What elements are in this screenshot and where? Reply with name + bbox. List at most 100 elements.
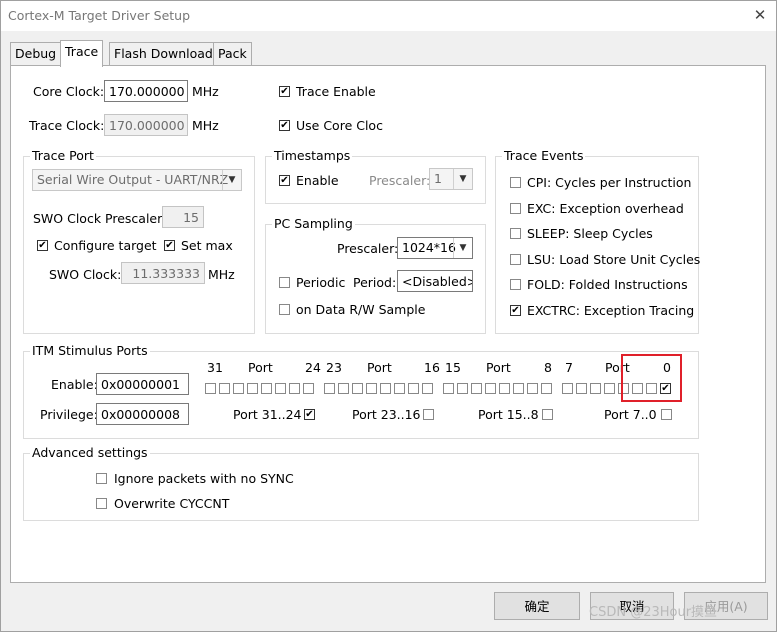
port-header-31: 31: [207, 360, 223, 375]
itm-enable-input[interactable]: 0x00000001: [96, 373, 189, 395]
port-header-7: 7: [565, 360, 573, 375]
watermark: CSDN @23Hour摸鱼: [589, 605, 718, 620]
itm-bit-12-checkbox[interactable]: [485, 383, 496, 394]
ignore-sync-label: Ignore packets with no SYNC: [114, 471, 294, 486]
itm-bit-22-checkbox[interactable]: [338, 383, 349, 394]
timestamps-enable-label: Enable: [296, 173, 339, 188]
tab-flash-download[interactable]: Flash Download: [109, 42, 218, 65]
data-rw-sample-checkbox[interactable]: [279, 304, 290, 315]
itm-enable-label: Enable:: [51, 377, 98, 392]
timestamps-prescaler-label: Prescaler:: [369, 173, 431, 188]
itm-bit-31-checkbox[interactable]: [205, 383, 216, 394]
port-group-15-8-checkbox[interactable]: [542, 409, 553, 420]
port-header-label: Port: [248, 360, 273, 375]
itm-bit-8-checkbox[interactable]: [541, 383, 552, 394]
close-icon[interactable]: ✕: [748, 3, 772, 27]
itm-bit-7-checkbox[interactable]: [562, 383, 573, 394]
itm-bit-4-checkbox[interactable]: [604, 383, 615, 394]
port-group-31-24-label: Port 31..24: [233, 407, 302, 422]
chevron-down-icon: ▼: [453, 238, 472, 258]
core-clock-label: Core Clock:: [33, 84, 105, 99]
tab-debug[interactable]: Debug: [10, 42, 62, 65]
core-clock-input[interactable]: 170.000000: [104, 80, 188, 102]
swo-clock-unit: MHz: [208, 267, 235, 282]
itm-bit-30-checkbox[interactable]: [219, 383, 230, 394]
overwrite-cyccnt-label: Overwrite CYCCNT: [114, 496, 230, 511]
cpi-checkbox[interactable]: [510, 177, 521, 188]
ok-button[interactable]: 确定: [494, 592, 580, 620]
itm-bit-11-checkbox[interactable]: [499, 383, 510, 394]
port-header-label: Port: [486, 360, 511, 375]
lsu-label: LSU: Load Store Unit Cycles: [527, 252, 701, 267]
periodic-checkbox[interactable]: [279, 277, 290, 288]
itm-bit-23-checkbox[interactable]: [324, 383, 335, 394]
swo-clock-label: SWO Clock:: [49, 267, 122, 282]
itm-bit-15-checkbox[interactable]: [443, 383, 454, 394]
sleep-checkbox[interactable]: [510, 228, 521, 239]
swo-prescaler-label: SWO Clock Prescaler:: [33, 211, 167, 226]
port-group-23-16-label: Port 23..16: [352, 407, 421, 422]
sleep-label: SLEEP: Sleep Cycles: [527, 226, 653, 241]
itm-bit-20-checkbox[interactable]: [366, 383, 377, 394]
itm-bit-26-checkbox[interactable]: [275, 383, 286, 394]
itm-bit-21-checkbox[interactable]: [352, 383, 363, 394]
itm-bit-17-checkbox[interactable]: [408, 383, 419, 394]
itm-bit-18-checkbox[interactable]: [394, 383, 405, 394]
configure-target-checkbox[interactable]: ✔: [37, 240, 48, 251]
swo-prescaler-input[interactable]: 15: [162, 206, 204, 228]
port-header-label: Port: [367, 360, 392, 375]
tab-trace[interactable]: Trace: [60, 40, 104, 67]
trace-port-title: Trace Port: [30, 148, 96, 163]
timestamps-prescaler-select[interactable]: 1 ▼: [429, 168, 473, 190]
timestamps-prescaler-value: 1: [434, 171, 442, 186]
ignore-sync-checkbox[interactable]: [96, 473, 107, 484]
itm-group: [23, 351, 699, 439]
pc-prescaler-select[interactable]: 1024*16 ▼: [397, 237, 473, 259]
itm-bit-19-checkbox[interactable]: [380, 383, 391, 394]
itm-bit-6-checkbox[interactable]: [576, 383, 587, 394]
itm-bit-14-checkbox[interactable]: [457, 383, 468, 394]
port-group-31-24-checkbox[interactable]: ✔: [304, 409, 315, 420]
itm-bit-24-checkbox[interactable]: [303, 383, 314, 394]
itm-bit-27-checkbox[interactable]: [261, 383, 272, 394]
pc-prescaler-label: Prescaler:: [337, 241, 399, 256]
itm-privilege-input[interactable]: 0x00000008: [96, 403, 189, 425]
itm-bit-9-checkbox[interactable]: [527, 383, 538, 394]
itm-bit-16-checkbox[interactable]: [422, 383, 433, 394]
port-header-15: 15: [445, 360, 461, 375]
exc-label: EXC: Exception overhead: [527, 201, 684, 216]
itm-bit-10-checkbox[interactable]: [513, 383, 524, 394]
exc-checkbox[interactable]: [510, 203, 521, 214]
exctrc-checkbox[interactable]: ✔: [510, 305, 521, 316]
tab-pack[interactable]: Pack: [213, 42, 252, 65]
pc-sampling-title: PC Sampling: [272, 216, 355, 231]
fold-checkbox[interactable]: [510, 279, 521, 290]
itm-bit-29-checkbox[interactable]: [233, 383, 244, 394]
advanced-title: Advanced settings: [30, 445, 150, 460]
port-group-7-0-checkbox[interactable]: [661, 409, 672, 420]
use-core-clock-checkbox[interactable]: ✔: [279, 120, 290, 131]
chevron-down-icon: ▼: [222, 170, 241, 190]
trace-clock-label: Trace Clock:: [29, 118, 105, 133]
itm-bit-5-checkbox[interactable]: [590, 383, 601, 394]
port-group-23-16-checkbox[interactable]: [423, 409, 434, 420]
port-group-7-0-label: Port 7..0: [604, 407, 657, 422]
cpi-label: CPI: Cycles per Instruction: [527, 175, 692, 190]
period-input[interactable]: <Disabled>: [397, 270, 473, 292]
core-clock-unit: MHz: [192, 84, 219, 99]
overwrite-cyccnt-checkbox[interactable]: [96, 498, 107, 509]
timestamps-enable-checkbox[interactable]: ✔: [279, 175, 290, 186]
trace-clock-input[interactable]: 170.000000: [104, 114, 188, 136]
itm-bit-13-checkbox[interactable]: [471, 383, 482, 394]
trace-clock-unit: MHz: [192, 118, 219, 133]
itm-bit-28-checkbox[interactable]: [247, 383, 258, 394]
itm-title: ITM Stimulus Ports: [30, 343, 150, 358]
lsu-checkbox[interactable]: [510, 254, 521, 265]
itm-bit-25-checkbox[interactable]: [289, 383, 300, 394]
set-max-checkbox[interactable]: ✔: [164, 240, 175, 251]
swo-clock-input[interactable]: 11.333333: [121, 262, 205, 284]
trace-port-select[interactable]: Serial Wire Output - UART/NRZ ▼: [32, 169, 242, 191]
port-group-15-8-label: Port 15..8: [478, 407, 539, 422]
trace-enable-checkbox[interactable]: ✔: [279, 86, 290, 97]
data-rw-sample-label: on Data R/W Sample: [296, 302, 426, 317]
